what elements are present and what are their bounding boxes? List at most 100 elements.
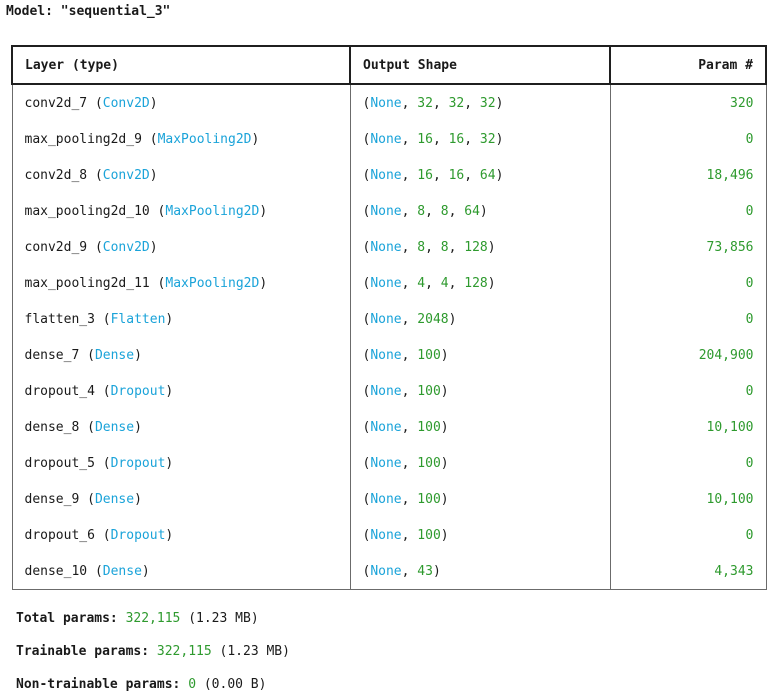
layer-type: Dense [94, 347, 135, 363]
param-count-cell: 320 [609, 84, 767, 121]
table-row: dropout_5 (Dropout) (None, 100) 0 [11, 445, 767, 481]
param-count-cell: 10,100 [609, 481, 767, 517]
param-count-cell: 0 [609, 445, 767, 481]
layer-type: Flatten [110, 311, 166, 327]
param-count-cell: 73,856 [609, 229, 767, 265]
shape-dim: 16 [417, 131, 433, 147]
layer-cell: dropout_4 (Dropout) [11, 373, 351, 409]
shape-dim: None [370, 131, 402, 147]
shape-dim: 16 [417, 167, 433, 183]
layer-name: conv2d_9 [24, 239, 88, 255]
total-params: Total params: 322,115 (1.23 MB) [16, 611, 259, 626]
param-count: 204,900 [698, 347, 754, 363]
param-count-cell: 0 [609, 517, 767, 553]
param-count-cell: 0 [609, 265, 767, 301]
shape-dim: 32 [417, 95, 433, 111]
param-count-cell: 4,343 [609, 553, 767, 590]
header-output-shape: Output Shape [349, 45, 611, 85]
table-row: conv2d_9 (Conv2D) (None, 8, 8, 128) 73,856 [11, 229, 767, 265]
output-shape-cell: (None, 100) [349, 373, 611, 409]
table-row: dense_8 (Dense) (None, 100) 10,100 [11, 409, 767, 445]
layer-cell: max_pooling2d_11 (MaxPooling2D) [11, 265, 351, 301]
param-count: 0 [745, 383, 754, 399]
shape-dim: 4 [440, 275, 449, 291]
param-count: 73,856 [706, 239, 754, 255]
param-count-cell: 0 [609, 121, 767, 157]
param-count: 0 [745, 311, 754, 327]
shape-dim: 32 [479, 95, 496, 111]
layer-type: Dense [94, 491, 135, 507]
table-row: dense_10 (Dense) (None, 43) 4,343 [11, 553, 767, 590]
non-trainable-params-size: (0.00 B) [196, 677, 267, 692]
shape-dim: 100 [417, 491, 441, 507]
layer-name: max_pooling2d_11 [24, 275, 150, 291]
shape-dim: 128 [464, 275, 488, 291]
layer-name: dropout_5 [24, 455, 95, 471]
shape-dim: 8 [440, 203, 449, 219]
header-param-count: Param # [609, 45, 767, 85]
param-count: 0 [745, 455, 754, 471]
table-row: conv2d_8 (Conv2D) (None, 16, 16, 64) 18,49… [11, 157, 767, 193]
layer-cell: conv2d_9 (Conv2D) [11, 229, 351, 265]
output-shape-cell: (None, 100) [349, 445, 611, 481]
layer-type: Dense [102, 563, 142, 579]
param-count-cell: 0 [609, 373, 767, 409]
layer-cell: flatten_3 (Flatten) [11, 301, 351, 337]
param-count: 0 [745, 527, 754, 543]
shape-dim: 32 [448, 95, 465, 111]
layer-cell: conv2d_8 (Conv2D) [11, 157, 351, 193]
layer-type: MaxPooling2D [165, 203, 260, 219]
shape-dim: None [370, 491, 402, 507]
table-row: flatten_3 (Flatten) (None, 2048) 0 [11, 301, 767, 337]
shape-dim: None [370, 419, 402, 435]
layer-name: conv2d_7 [24, 95, 88, 111]
layer-type: Dropout [110, 455, 166, 471]
shape-dim: 43 [417, 563, 433, 579]
layer-cell: max_pooling2d_9 (MaxPooling2D) [11, 121, 351, 157]
output-shape-cell: (None, 100) [349, 409, 611, 445]
table-row: dropout_4 (Dropout) (None, 100) 0 [11, 373, 767, 409]
shape-dim: 8 [440, 239, 449, 255]
table-row: dropout_6 (Dropout) (None, 100) 0 [11, 517, 767, 553]
layer-cell: max_pooling2d_10 (MaxPooling2D) [11, 193, 351, 229]
output-shape-cell: (None, 43) [349, 553, 611, 590]
model-summary-table: Layer (type) Output Shape Param # conv2d… [11, 45, 767, 590]
param-count: 0 [745, 203, 754, 219]
layer-name: max_pooling2d_9 [24, 131, 142, 147]
layer-type: Conv2D [102, 239, 150, 255]
layer-name: dropout_4 [24, 383, 95, 399]
param-count: 320 [730, 95, 754, 111]
output-shape-cell: (None, 100) [349, 481, 611, 517]
shape-dim: None [370, 311, 402, 327]
total-params-value: 322,115 [125, 611, 181, 626]
shape-dim: 16 [448, 167, 465, 183]
table-row: conv2d_7 (Conv2D) (None, 32, 32, 32) 320 [11, 84, 767, 121]
layer-name: dense_9 [24, 491, 80, 507]
layer-name: conv2d_8 [24, 167, 88, 183]
total-params-size: (1.23 MB) [180, 611, 259, 626]
shape-dim: 64 [464, 203, 480, 219]
param-count: 18,496 [706, 167, 754, 183]
shape-dim: 100 [417, 347, 441, 363]
trainable-params-size: (1.23 MB) [211, 644, 290, 659]
table-row: max_pooling2d_11 (MaxPooling2D) (None, 4,… [11, 265, 767, 301]
shape-dim: None [370, 167, 402, 183]
output-shape-cell: (None, 8, 8, 64) [349, 193, 611, 229]
layer-type: Conv2D [102, 167, 150, 183]
shape-dim: 100 [417, 419, 441, 435]
header-layer-type: Layer (type) [11, 45, 351, 85]
shape-dim: None [370, 347, 402, 363]
param-count-cell: 10,100 [609, 409, 767, 445]
output-shape-cell: (None, 16, 16, 32) [349, 121, 611, 157]
total-params-label: Total params: [16, 611, 126, 626]
shape-dim: 2048 [417, 311, 449, 327]
layer-type: Dropout [110, 383, 166, 399]
shape-dim: 128 [464, 239, 488, 255]
param-count: 4,343 [714, 563, 754, 579]
trainable-params: Trainable params: 322,115 (1.23 MB) [16, 644, 290, 659]
output-shape-cell: (None, 32, 32, 32) [349, 84, 611, 121]
shape-dim: None [370, 383, 402, 399]
param-count-cell: 204,900 [609, 337, 767, 373]
trainable-params-value: 322,115 [156, 644, 212, 659]
param-count: 10,100 [706, 419, 754, 435]
